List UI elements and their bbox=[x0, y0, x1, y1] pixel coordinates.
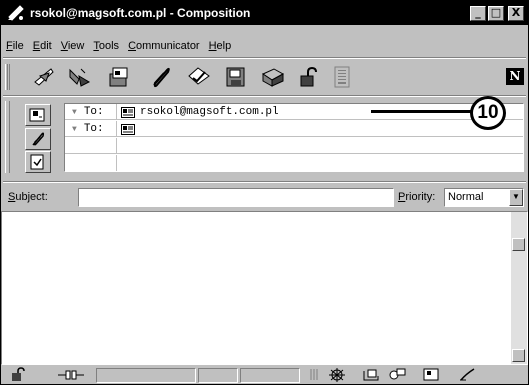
grip-icon bbox=[310, 369, 318, 380]
security-button[interactable] bbox=[296, 64, 322, 90]
tab-attach-files[interactable] bbox=[25, 128, 51, 150]
menu-file[interactable]: File bbox=[6, 40, 24, 52]
stop-button[interactable] bbox=[329, 64, 355, 90]
options-card-icon bbox=[30, 154, 44, 170]
address-type-label: To: bbox=[83, 106, 104, 118]
composer-component[interactable] bbox=[458, 367, 478, 382]
address-book-icon bbox=[423, 368, 439, 381]
address-grid: ▼ To: rsokol@magsoft.com.pl 10 ▼ To: bbox=[64, 96, 524, 172]
quote-button[interactable] bbox=[67, 64, 93, 90]
mailbox-icon bbox=[363, 369, 379, 381]
lock-open-icon bbox=[300, 66, 317, 87]
security-status[interactable] bbox=[9, 367, 29, 382]
address-row-empty[interactable] bbox=[65, 138, 523, 154]
priority-value: Normal bbox=[448, 191, 484, 203]
toolbar-separator bbox=[3, 95, 526, 97]
addressing-tabs bbox=[21, 102, 63, 174]
vertical-scrollbar[interactable] bbox=[511, 212, 527, 364]
print-button[interactable] bbox=[260, 64, 286, 90]
navigator-icon bbox=[329, 368, 345, 382]
dropdown-arrow-icon: ▼ bbox=[72, 124, 77, 134]
attach-button[interactable] bbox=[148, 64, 174, 90]
priority-label: Priority: bbox=[398, 191, 436, 203]
minimize-button[interactable]: _ bbox=[470, 5, 486, 21]
composer-pen-icon bbox=[460, 368, 475, 381]
priority-dropdown[interactable]: Normal ▼ bbox=[444, 188, 524, 207]
discussions-component[interactable] bbox=[387, 367, 407, 382]
address-row[interactable]: ▼ To: bbox=[65, 121, 523, 137]
scroll-down-button[interactable] bbox=[512, 349, 525, 362]
address-type-selector[interactable]: ▼ To: bbox=[65, 121, 117, 137]
chevron-down-icon[interactable]: ▼ bbox=[509, 189, 523, 206]
addressing-grip[interactable] bbox=[5, 101, 10, 173]
recipient-address[interactable]: rsokol@magsoft.com.pl bbox=[140, 106, 279, 118]
lock-open-icon bbox=[12, 367, 25, 381]
plug-icon bbox=[58, 370, 84, 380]
stop-icon bbox=[334, 66, 350, 88]
subject-label: Subject: bbox=[8, 191, 48, 203]
addressing-area: ▼ To: rsokol@magsoft.com.pl 10 ▼ To: bbox=[1, 96, 528, 178]
mailbox-component[interactable] bbox=[361, 367, 381, 382]
save-button[interactable] bbox=[223, 64, 249, 90]
address-card-icon bbox=[121, 106, 135, 118]
scroll-up-button[interactable] bbox=[512, 238, 525, 251]
status-progress-cell bbox=[198, 368, 238, 383]
quote-icon bbox=[69, 68, 91, 87]
spelling-button[interactable] bbox=[186, 64, 212, 90]
dropdown-arrow-icon: ▼ bbox=[72, 107, 77, 117]
maximize-button[interactable]: □ bbox=[488, 5, 504, 21]
discussions-icon bbox=[389, 368, 406, 380]
composition-app-icon bbox=[8, 5, 24, 21]
paperclip-icon bbox=[153, 67, 170, 88]
address-separator bbox=[3, 181, 526, 183]
paperclip-icon bbox=[32, 132, 45, 146]
address-type-label: To: bbox=[83, 123, 104, 135]
menu-communicator[interactable]: Communicator bbox=[128, 40, 200, 52]
address-card-icon bbox=[121, 123, 135, 135]
close-button[interactable]: X bbox=[508, 5, 524, 21]
address-type-selector[interactable]: ▼ To: bbox=[65, 104, 117, 120]
address-book-icon bbox=[109, 67, 128, 87]
tab-message-options[interactable] bbox=[25, 151, 51, 173]
address-button[interactable] bbox=[107, 64, 133, 90]
subject-input[interactable] bbox=[78, 188, 394, 207]
spelling-icon bbox=[188, 67, 210, 85]
menu-tools[interactable]: Tools bbox=[93, 40, 119, 52]
print-icon bbox=[261, 68, 285, 87]
address-type-cell bbox=[65, 138, 117, 154]
status-bar bbox=[1, 367, 528, 384]
address-row[interactable]: ▼ To: rsokol@magsoft.com.pl 10 bbox=[65, 96, 523, 130]
message-body[interactable] bbox=[1, 211, 528, 365]
online-status[interactable] bbox=[56, 367, 86, 382]
menu-separator bbox=[3, 57, 526, 59]
address-type-cell bbox=[65, 155, 117, 171]
netscape-logo: N bbox=[506, 68, 524, 85]
menu-view[interactable]: View bbox=[61, 40, 85, 52]
address-book-component[interactable] bbox=[421, 367, 441, 382]
navigator-component[interactable] bbox=[327, 367, 347, 382]
composition-window: rsokol@magsoft.com.pl - Composition _ □ … bbox=[0, 0, 529, 385]
status-info-cell bbox=[240, 368, 300, 383]
menu-edit[interactable]: Edit bbox=[33, 40, 52, 52]
title-bar[interactable]: rsokol@magsoft.com.pl - Composition _ □ … bbox=[1, 1, 528, 25]
address-card-icon bbox=[29, 108, 45, 122]
status-grip[interactable] bbox=[309, 367, 319, 382]
tab-address-message[interactable] bbox=[25, 104, 51, 126]
subject-row: Subject: Priority: Normal ▼ bbox=[1, 185, 528, 209]
toolbar-grip[interactable] bbox=[5, 64, 10, 90]
menu-bar: File Edit View Tools Communicator Help bbox=[1, 37, 528, 55]
callout-line bbox=[371, 110, 471, 113]
status-text-cell bbox=[96, 368, 196, 383]
toolbar: N bbox=[1, 60, 528, 94]
address-row-empty[interactable] bbox=[65, 155, 523, 171]
window-title: rsokol@magsoft.com.pl - Composition bbox=[30, 6, 251, 20]
send-button[interactable] bbox=[31, 64, 57, 90]
save-icon bbox=[226, 67, 245, 87]
menu-help[interactable]: Help bbox=[209, 40, 232, 52]
send-icon bbox=[34, 68, 54, 86]
